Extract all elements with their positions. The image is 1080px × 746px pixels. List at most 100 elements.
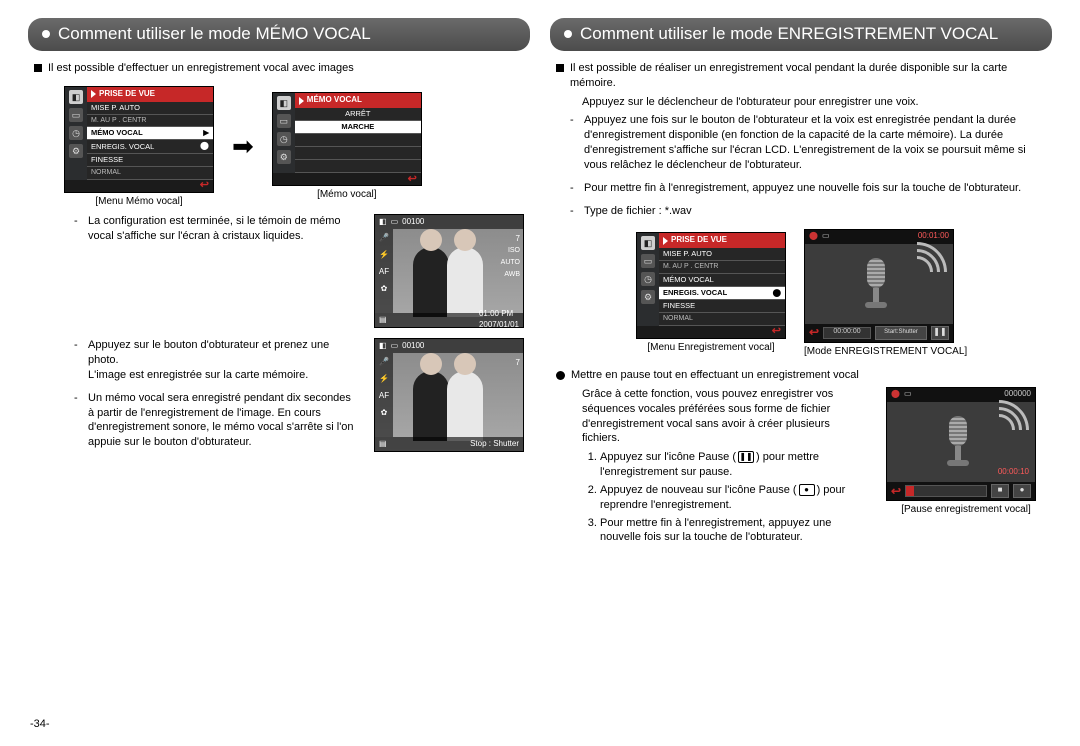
gear-icon: ⚙	[641, 290, 655, 304]
left-title: Comment utiliser le mode MÉMO VOCAL	[58, 23, 371, 46]
fig-rec-mode: ⬤▭00:01:00 ↩ 00:00:00 Start:Shutter ❚❚ […	[804, 229, 967, 359]
pause-title: Mettre en pause tout en effectuant un en…	[571, 368, 859, 383]
mode-icon: ▭	[277, 114, 291, 128]
return-icon: ↩	[809, 324, 819, 340]
flash-icon: ⚡	[379, 250, 389, 261]
voice-pause-screen: ⬤▭000000 00:00:10 ↩ ■ ●	[886, 387, 1036, 501]
menu-row: MISE P. AUTO	[87, 102, 213, 115]
start-shutter-label: Start:Shutter	[875, 326, 927, 340]
caption: [Menu Mémo vocal]	[64, 195, 214, 209]
right-title: Comment utiliser le mode ENREGISTREMENT …	[580, 23, 998, 46]
note-10s: Un mémo vocal sera enregistré pendant di…	[88, 391, 356, 450]
step-3: Pour mettre fin à l'enregistrement, appu…	[600, 516, 868, 546]
note-save: L'image est enregistrée sur la carte mém…	[88, 369, 308, 381]
macro-icon: ✿	[381, 284, 388, 295]
cam-sidebar: ◧ ▭ ◷ ⚙	[65, 87, 87, 180]
pause-icon: ❚❚	[738, 451, 754, 463]
card-icon: ▭	[904, 389, 912, 400]
right-column: Comment utiliser le mode ENREGISTREMENT …	[550, 18, 1052, 734]
rec-icon: ⬤	[809, 231, 818, 242]
pause-desc: Grâce à cette fonction, vous pouvez enre…	[582, 387, 868, 446]
menu-icon: ▤	[379, 315, 387, 326]
return-icon: ↩	[891, 483, 901, 499]
clock-icon: ◷	[641, 272, 655, 286]
caption: [Mode ENREGISTREMENT VOCAL]	[804, 345, 967, 359]
menu-row-sub: NORMAL	[87, 167, 213, 179]
flash-icon: ⚡	[379, 374, 389, 385]
left-intro-block: Il est possible d'effectuer un enregistr…	[34, 61, 524, 76]
bullet-stop: Pour mettre fin à l'enregistrement, appu…	[584, 181, 1021, 196]
triangle-icon	[663, 237, 668, 245]
manual-page: Comment utiliser le mode MÉMO VOCAL Il e…	[0, 0, 1080, 746]
caption: [Mémo vocal]	[272, 188, 422, 202]
note-config: La configuration est terminée, si le tém…	[88, 214, 356, 244]
triangle-icon	[91, 90, 96, 98]
camera-icon: ◧	[379, 341, 387, 352]
note-shoot: Appuyez sur le bouton d'obturateur et pr…	[88, 339, 329, 366]
mode-icon: ▭	[69, 108, 83, 122]
circle-bullet-icon	[556, 371, 565, 380]
page-number: -34-	[30, 717, 50, 732]
gear-icon: ⚙	[277, 150, 291, 164]
stop-icon: ■	[991, 484, 1009, 498]
chevron-right-icon: ▶	[203, 128, 209, 138]
rec-icon: ⬤	[200, 141, 209, 152]
voice-rec-screen: ⬤▭00:01:00 ↩ 00:00:00 Start:Shutter ❚❚	[804, 229, 954, 343]
mic-icon: 🎤	[379, 233, 389, 244]
menu-row-sub: M. AU P . CENTR	[87, 115, 213, 127]
menu-header: PRISE DE VUE	[87, 87, 213, 102]
record-icon: ●	[799, 484, 815, 496]
square-bullet-icon	[34, 64, 42, 72]
menu-row: ARRÊT	[295, 108, 421, 121]
card-icon: ▭	[822, 231, 830, 242]
caption: [Menu Enregistrement vocal]	[636, 341, 786, 355]
lcd-photo-2: ◧▭00100 🎤⚡AF✿ 7 ▤Stop : Shutter	[374, 338, 524, 452]
right-title-bar: Comment utiliser le mode ENREGISTREMENT …	[550, 18, 1052, 51]
left-title-bar: Comment utiliser le mode MÉMO VOCAL	[28, 18, 530, 51]
bullet-icon	[42, 30, 50, 38]
macro-icon: ✿	[381, 408, 388, 419]
menu-row-selected: MÉMO VOCAL▶	[87, 127, 213, 140]
pause-icon: ❚❚	[931, 326, 949, 340]
step-2: Appuyez de nouveau sur l'icône Pause (●)…	[600, 483, 868, 513]
bullet-filetype: Type de fichier : *.wav	[584, 204, 692, 219]
triangle-icon	[299, 97, 304, 105]
camera-icon: ◧	[69, 90, 83, 104]
card-icon: ▭	[391, 217, 399, 228]
figure-row-menus: ◧ ▭ ◷ ⚙ PRISE DE VUE MISE P. AUTO M. AU …	[64, 86, 524, 208]
camera-menu-rec: ◧ ▭ ◷ ⚙ PRISE DE VUE MISE P. AUTO M. AU …	[636, 232, 786, 338]
camera-icon: ◧	[641, 236, 655, 250]
camera-menu-2: ◧ ▭ ◷ ⚙ MÉMO VOCAL ARRÊT MARCHE	[272, 92, 422, 186]
lcd-photo-1: ◧▭00100 🎤⚡AF✿ 7ISOAUTOAWB ▤01:00 PM2007/…	[374, 214, 524, 328]
camera-icon: ◧	[277, 96, 291, 110]
fig-menu-memo-sub: ◧ ▭ ◷ ⚙ MÉMO VOCAL ARRÊT MARCHE	[272, 92, 422, 202]
rec-icon: ⬤	[773, 288, 781, 298]
menu-row-selected: MARCHE	[295, 121, 421, 134]
left-column: Comment utiliser le mode MÉMO VOCAL Il e…	[28, 18, 530, 734]
bullet-icon	[564, 30, 572, 38]
rec-icon: ⬤	[891, 389, 900, 400]
clock-icon: ◷	[69, 126, 83, 140]
mode-icon: ▭	[641, 254, 655, 268]
gear-icon: ⚙	[69, 144, 83, 158]
record-icon: ●	[1013, 484, 1031, 498]
square-bullet-icon	[556, 64, 564, 72]
return-icon: ↩	[408, 172, 417, 187]
elapsed-time: 00:00:10	[998, 467, 1029, 478]
fig-menu-rec: ◧ ▭ ◷ ⚙ PRISE DE VUE MISE P. AUTO M. AU …	[636, 232, 786, 354]
return-icon: ↩	[200, 178, 209, 193]
left-intro: Il est possible d'effectuer un enregistr…	[48, 61, 354, 76]
pause-steps: Appuyez sur l'icône Pause (❚❚) pour mett…	[582, 450, 868, 545]
camera-icon: ◧	[379, 217, 387, 228]
right-sub: Appuyez sur le déclencheur de l'obturate…	[582, 96, 919, 108]
mic-icon: 🎤	[379, 357, 389, 368]
menu-icon: ▤	[379, 439, 387, 450]
step-1: Appuyez sur l'icône Pause (❚❚) pour mett…	[600, 450, 868, 480]
arrow-right-icon: ➡	[232, 129, 254, 164]
menu-row: ENREGIS. VOCAL⬤	[87, 140, 213, 154]
caption: [Pause enregistrement vocal]	[886, 503, 1046, 517]
menu-row: FINESSE	[87, 154, 213, 167]
camera-menu-1: ◧ ▭ ◷ ⚙ PRISE DE VUE MISE P. AUTO M. AU …	[64, 86, 214, 193]
fig-menu-memo: ◧ ▭ ◷ ⚙ PRISE DE VUE MISE P. AUTO M. AU …	[64, 86, 214, 208]
clock-icon: ◷	[277, 132, 291, 146]
